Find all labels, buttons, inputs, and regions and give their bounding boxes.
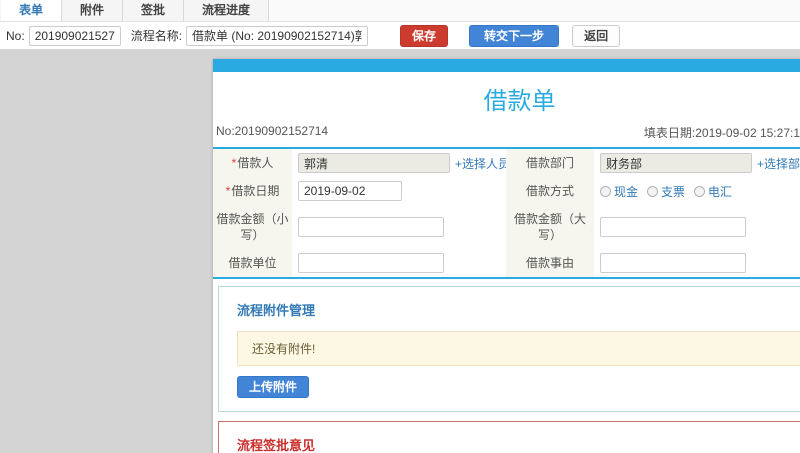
command-bar: No: 流程名称: 保存 转交下一步 返回 [0,22,800,49]
loan-unit-field [292,249,506,277]
loan-date-input[interactable] [298,181,402,201]
form-date-text: 填表日期:2019-09-02 15:27:1 [643,126,800,140]
attachment-heading: 流程附件管理 [237,303,316,318]
radio-cheque[interactable] [647,185,659,197]
radio-wire[interactable] [694,185,706,197]
panel-header-bar [213,59,800,72]
loan-reason-field [594,249,800,277]
main-area: 借款单 No:20190902152714 填表日期:2019-09-02 15… [0,49,800,453]
tabbar-filler [269,0,800,21]
loan-unit-label: 借款单位 [213,249,292,277]
amount-uppercase-label: 借款金额（大写） [506,205,594,249]
loan-reason-input[interactable] [600,253,746,273]
tab-bar: 表单 附件 签批 流程进度 [0,0,800,22]
attachment-section: 流程附件管理 还没有附件! 上传附件 [218,286,800,412]
process-name-input[interactable] [186,25,369,46]
form-no-text: No:20190902152714 [216,124,329,138]
radio-cash-label[interactable]: 现金 [614,183,638,200]
tab-approval[interactable]: 签批 [123,0,185,21]
approval-opinion-section: 流程签批意见 B I abc ✎ [218,421,800,453]
select-department-link[interactable]: +选择部门 [757,155,800,172]
amount-lowercase-field [292,205,506,249]
radio-wire-label[interactable]: 电汇 [708,183,732,200]
department-label: 借款部门 [506,149,594,177]
divider-bottom [213,277,800,279]
upload-attachment-button[interactable]: 上传附件 [237,376,310,398]
no-label: No: [6,28,25,43]
loan-reason-label: 借款事由 [506,249,594,277]
forward-next-step-button[interactable]: 转交下一步 [469,24,560,47]
loan-unit-input[interactable] [298,253,444,273]
loan-date-field [292,177,506,205]
loan-date-label: * 借款日期 [213,177,292,205]
tab-process-progress[interactable]: 流程进度 [184,0,270,21]
required-mark: * [225,184,231,198]
approval-heading: 流程签批意见 [237,438,316,453]
department-field: +选择部门 [594,149,800,177]
select-person-link[interactable]: +选择人员 [455,155,510,172]
tab-attachment[interactable]: 附件 [62,0,124,21]
department-input[interactable] [600,153,752,173]
loan-form-panel: 借款单 No:20190902152714 填表日期:2019-09-02 15… [213,59,800,453]
amount-lowercase-label: 借款金额（小写） [213,205,292,249]
required-mark: * [231,156,237,170]
amount-uppercase-input[interactable] [600,217,746,237]
process-name-label: 流程名称: [130,29,183,43]
back-button[interactable]: 返回 [572,24,621,47]
borrower-label: * 借款人 [213,149,292,177]
radio-cash[interactable] [600,185,611,197]
no-attachment-alert: 还没有附件! [237,331,800,366]
no-input[interactable] [28,25,121,46]
borrower-field: +选择人员 [292,149,510,177]
amount-uppercase-field [594,205,800,249]
loan-method-label: 借款方式 [506,177,594,205]
save-button[interactable]: 保存 [400,24,449,47]
loan-method-field: 现金 支票 电汇 [594,177,800,205]
radio-cheque-label[interactable]: 支票 [661,183,685,200]
form-title: 借款单 [483,88,556,115]
borrower-input[interactable] [298,153,450,173]
tab-form[interactable]: 表单 [0,0,63,21]
form-meta-row: No:20190902152714 填表日期:2019-09-02 15:27:… [213,122,800,147]
loan-form-grid: * 借款人 +选择人员 借款部门 +选择部门 * 借款日期 [213,149,800,277]
amount-lowercase-input[interactable] [298,217,444,237]
